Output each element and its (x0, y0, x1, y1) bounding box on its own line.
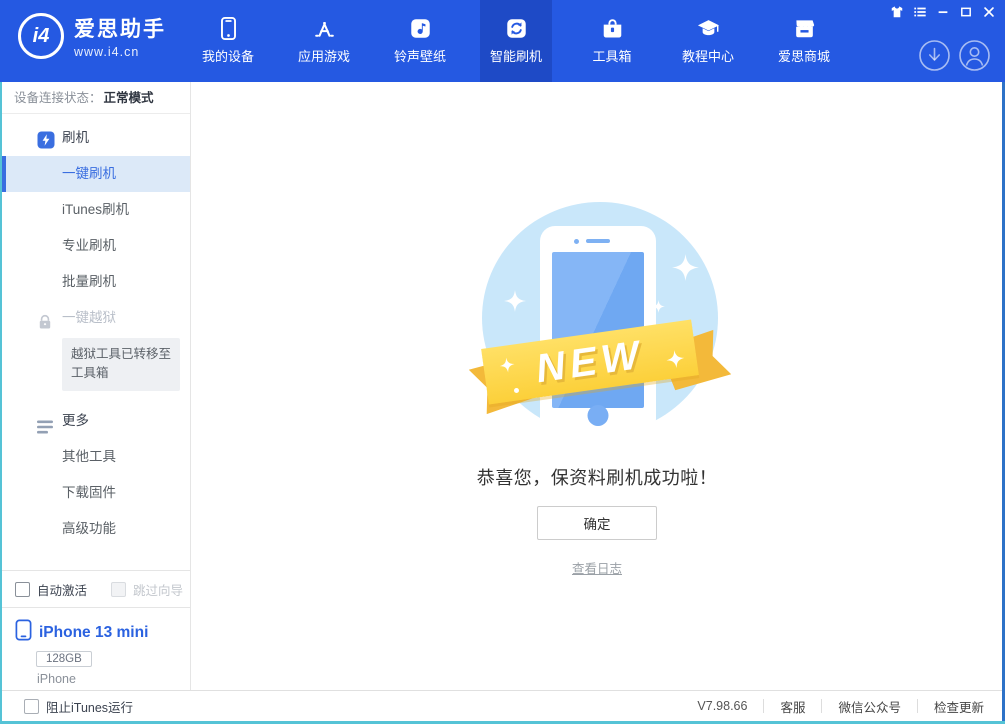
version-label: V7.98.66 (697, 699, 747, 713)
auto-activate-checkbox[interactable] (15, 582, 30, 597)
header-actions (918, 39, 991, 77)
sidebar-item-more[interactable]: 更多 (2, 403, 190, 439)
sparkle-icon (504, 290, 526, 312)
main-nav: 我的设备 应用游戏 铃声壁纸 智能刷机 (180, 0, 852, 82)
logo-icon: i4 (18, 13, 64, 59)
app-title: 爱思助手 (74, 13, 166, 43)
nav-item-toolbox[interactable]: 工具箱 (576, 0, 648, 82)
sidebar-item-download-firmware[interactable]: 下载固件 (2, 475, 190, 511)
device-icon (192, 13, 264, 43)
toolbox-icon (576, 13, 648, 43)
appstore-icon (288, 13, 360, 43)
sparkle-dot (514, 388, 519, 393)
window-edge-left (0, 82, 2, 724)
skip-wizard-checkbox (111, 582, 126, 597)
minimize-icon[interactable] (935, 4, 950, 19)
success-illustration: NEW (470, 198, 730, 448)
ringtone-icon (384, 13, 456, 43)
app-header: i4 爱思助手 www.i4.cn 我的设备 应用游戏 (0, 0, 1005, 82)
view-log-link[interactable]: 查看日志 (192, 558, 1002, 577)
window-controls (889, 4, 996, 19)
device-status-value: 正常模式 (104, 91, 154, 105)
lock-icon (36, 309, 56, 329)
device-type: iPhone (37, 672, 190, 686)
new-banner-text: NEW (533, 332, 647, 392)
main-content: NEW 恭喜您，保资料刷机成功啦！ 确定 查看日志 (192, 82, 1002, 690)
store-icon (768, 13, 840, 43)
sparkle-icon (652, 300, 665, 313)
app-window: i4 爱思助手 www.i4.cn 我的设备 应用游戏 (0, 0, 1005, 724)
skip-wizard-label: 跳过向导 (133, 580, 183, 599)
nav-item-tutorials[interactable]: 教程中心 (672, 0, 744, 82)
maximize-icon[interactable] (958, 4, 973, 19)
phone-icon (15, 619, 32, 646)
device-capacity-badge: 128GB (36, 651, 92, 667)
app-url: www.i4.cn (74, 45, 166, 59)
menu-list-icon[interactable] (912, 4, 927, 19)
sidebar-item-batch-flash[interactable]: 批量刷机 (2, 264, 190, 300)
block-itunes-label: 阻止iTunes运行 (46, 697, 133, 716)
divider (917, 699, 918, 713)
tutorial-icon (672, 13, 744, 43)
app-logo: i4 爱思助手 www.i4.cn (18, 13, 166, 59)
sidebar-item-flash[interactable]: 刷机 (2, 120, 190, 156)
support-link[interactable]: 客服 (780, 697, 805, 716)
sparkle-icon (672, 254, 699, 281)
divider (763, 699, 764, 713)
footer-bar: 阻止iTunes运行 V7.98.66 客服 微信公众号 检查更新 (2, 690, 1002, 721)
jailbreak-note: 越狱工具已转移至工具箱 (62, 338, 180, 391)
skin-icon[interactable] (889, 4, 904, 19)
sidebar-item-jailbreak: 一键越狱 (2, 300, 190, 336)
nav-item-smart-flash[interactable]: 智能刷机 (480, 0, 552, 82)
flash-phone-icon (36, 128, 56, 148)
nav-item-store[interactable]: 爱思商城 (768, 0, 840, 82)
nav-item-ringtones-wallpapers[interactable]: 铃声壁纸 (384, 0, 456, 82)
wechat-official-link[interactable]: 微信公众号 (838, 697, 901, 716)
block-itunes-checkbox[interactable] (24, 699, 39, 714)
confirm-button[interactable]: 确定 (537, 506, 657, 540)
sidebar: 设备连接状态：正常模式 刷机 一键刷机 iTunes刷机 专业刷机 批量刷机 (2, 82, 191, 690)
sidebar-item-pro-flash[interactable]: 专业刷机 (2, 228, 190, 264)
more-menu-icon (36, 413, 56, 433)
sidebar-item-one-click-flash[interactable]: 一键刷机 (2, 156, 190, 192)
check-update-link[interactable]: 检查更新 (934, 697, 984, 716)
sidebar-menu: 刷机 一键刷机 iTunes刷机 专业刷机 批量刷机 一键越狱 越狱工具已转移至… (2, 120, 190, 547)
success-message: 恭喜您，保资料刷机成功啦！ (192, 464, 1002, 490)
nav-item-apps-games[interactable]: 应用游戏 (288, 0, 360, 82)
auto-activate-label: 自动激活 (37, 580, 87, 599)
download-manager-button[interactable] (918, 39, 951, 77)
nav-item-my-device[interactable]: 我的设备 (192, 0, 264, 82)
activation-options: 自动激活 跳过向导 (2, 570, 190, 607)
sidebar-item-other-tools[interactable]: 其他工具 (2, 439, 190, 475)
device-status-label: 设备连接状态： (14, 91, 102, 105)
device-name: iPhone 13 mini (39, 624, 148, 642)
sidebar-item-advanced-features[interactable]: 高级功能 (2, 511, 190, 547)
device-status: 设备连接状态：正常模式 (2, 82, 190, 114)
divider (821, 699, 822, 713)
smart-flash-icon (480, 13, 552, 43)
sidebar-item-itunes-flash[interactable]: iTunes刷机 (2, 192, 190, 228)
device-panel[interactable]: iPhone 13 mini 128GB iPhone (2, 607, 190, 690)
user-account-button[interactable] (958, 39, 991, 77)
close-icon[interactable] (981, 4, 996, 19)
